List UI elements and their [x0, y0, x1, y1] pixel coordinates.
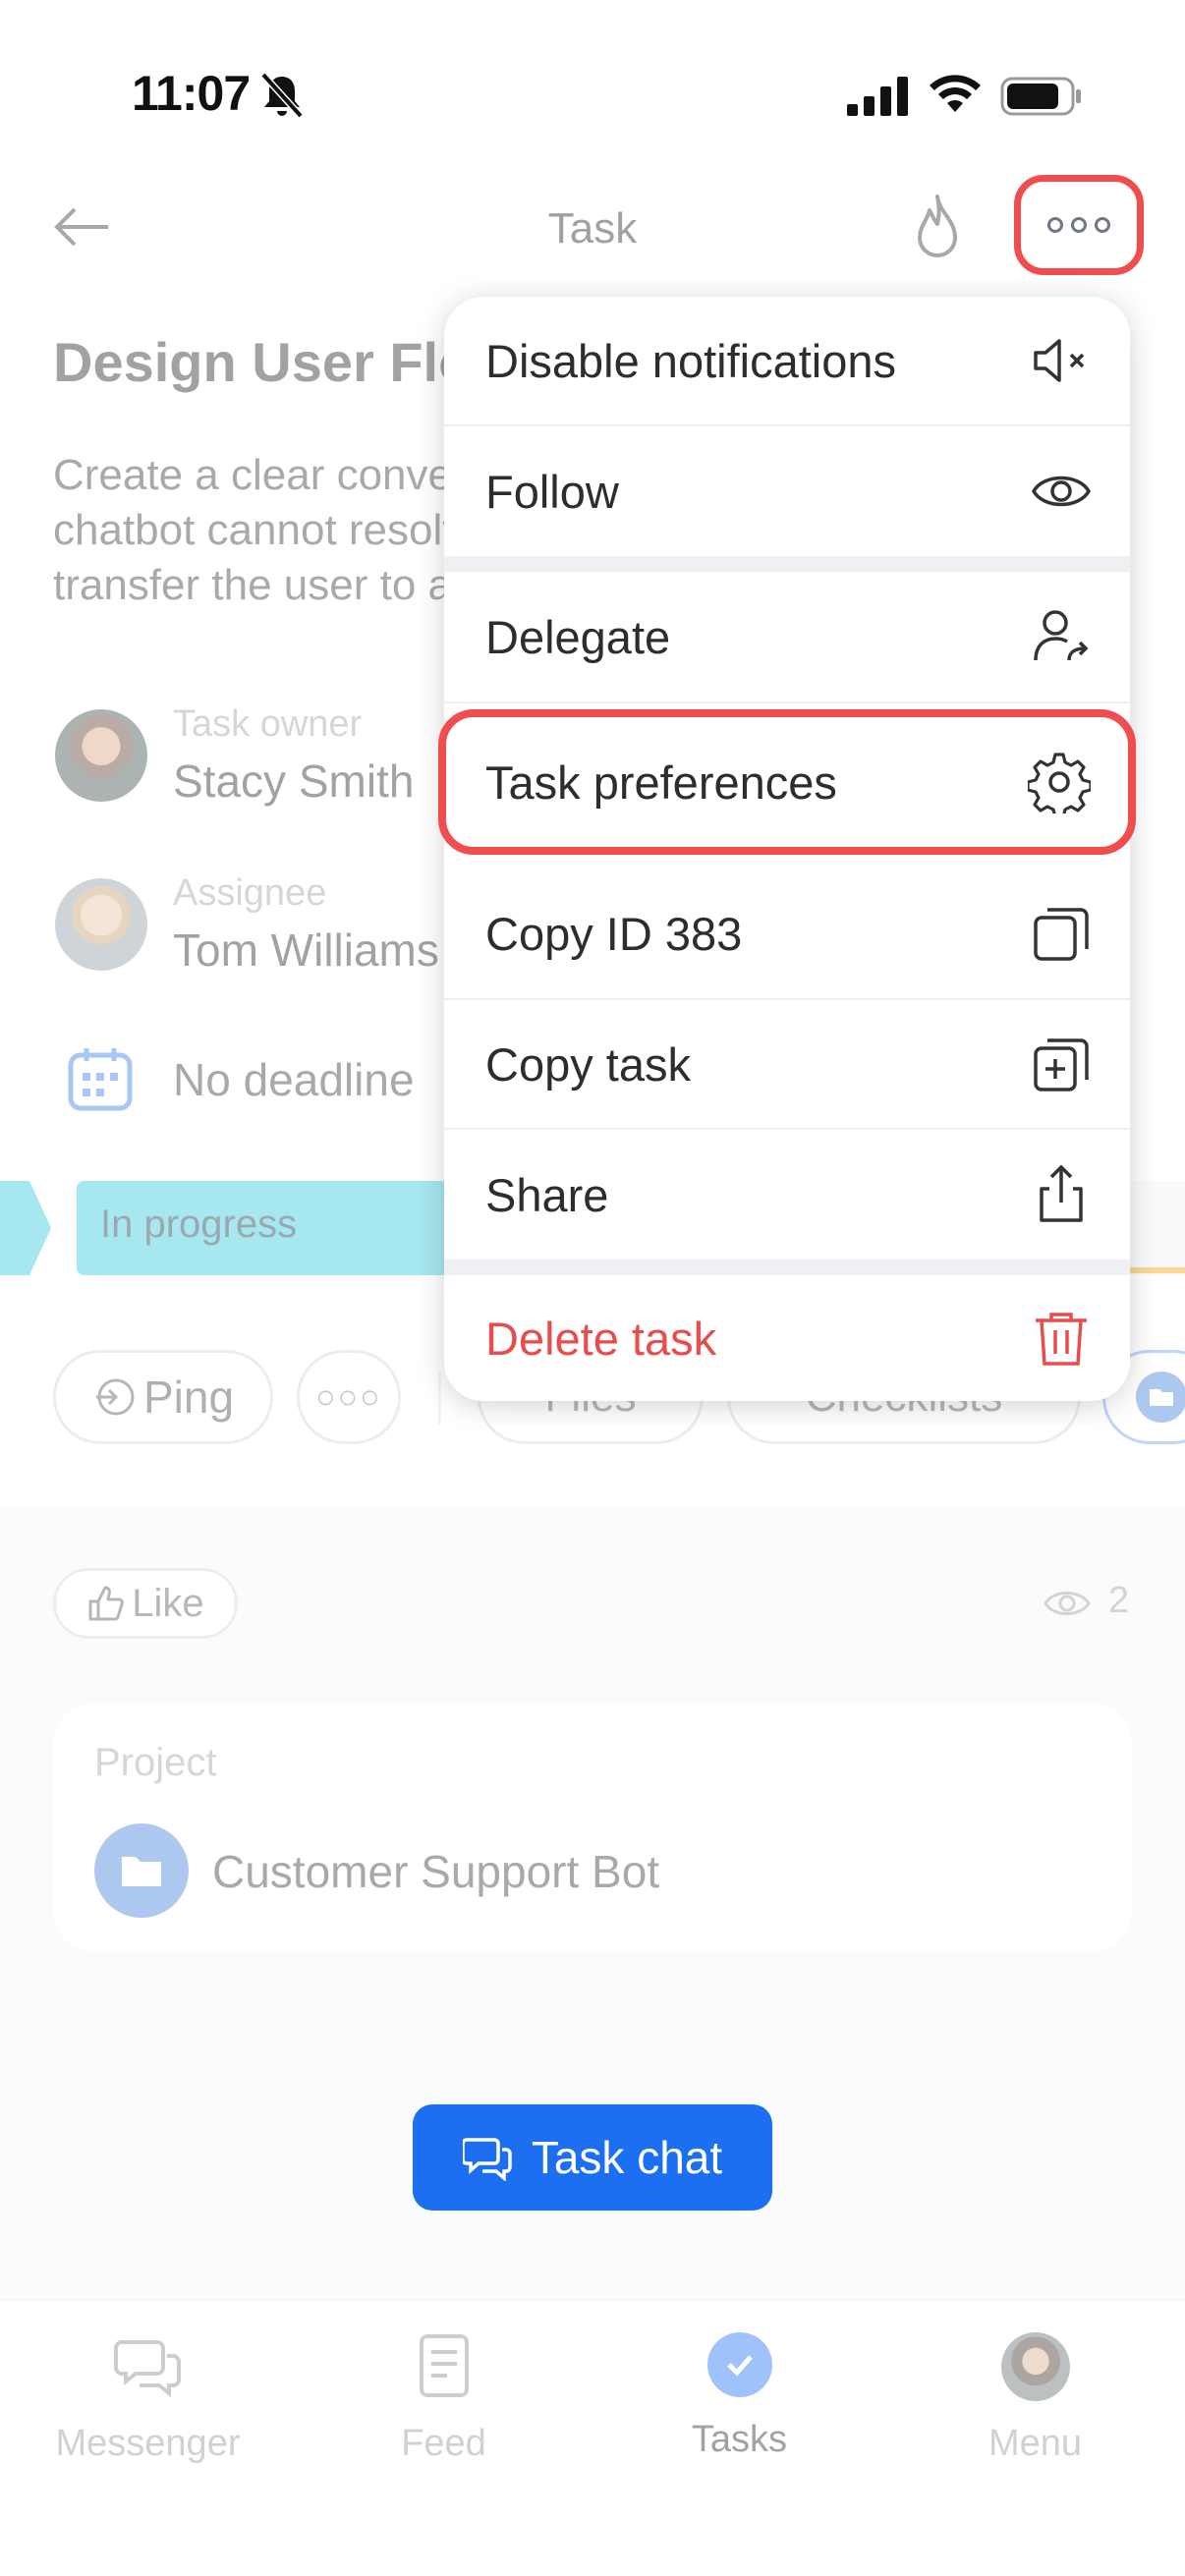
- stage-label: In progress: [100, 1203, 298, 1246]
- copy-add-icon: [1034, 1038, 1089, 1092]
- ping-icon: [95, 1378, 135, 1416]
- messenger-icon: [113, 2340, 181, 2398]
- eye-icon: [1044, 1592, 1091, 1615]
- menu-item-delete-task[interactable]: Delete task: [444, 1275, 1130, 1401]
- menu-separator: [444, 1260, 1130, 1275]
- tab-label: Tasks: [691, 2419, 788, 2460]
- battery-icon: [1000, 77, 1081, 116]
- delegate-user-icon: [1034, 610, 1089, 661]
- avatar: [1000, 2332, 1070, 2401]
- assignee-avatar[interactable]: [55, 878, 147, 971]
- cellular-signal-icon: [847, 77, 908, 116]
- dot-icon: [1071, 217, 1087, 233]
- deadline-text[interactable]: No deadline: [173, 1053, 415, 1106]
- menu-item-disable-notifications[interactable]: Disable notifications: [444, 297, 1130, 426]
- folder-icon: [1136, 1372, 1185, 1423]
- menu-item-label: Copy ID 383: [485, 907, 743, 960]
- page-title: Task: [547, 204, 638, 252]
- stage-arrow-icon: [0, 1181, 51, 1275]
- bell-muted-icon: [260, 72, 304, 119]
- project-label: Project: [94, 1741, 217, 1784]
- copy-icon: [1034, 908, 1089, 961]
- calendar-icon: [68, 1048, 133, 1111]
- tab-feed[interactable]: Feed: [296, 2332, 592, 2465]
- more-options-button[interactable]: [1014, 175, 1144, 275]
- menu-item-label: Task preferences: [485, 756, 837, 809]
- menu-item-copy-task[interactable]: Copy task: [444, 1000, 1130, 1130]
- menu-item-share[interactable]: Share: [444, 1130, 1130, 1260]
- task-chat-label: Task chat: [531, 2132, 723, 2183]
- chat-icon: [462, 2138, 512, 2181]
- tab-tasks[interactable]: Tasks: [592, 2332, 887, 2461]
- menu-item-copy-id[interactable]: Copy ID 383: [444, 868, 1130, 1000]
- tab-label: Messenger: [55, 2423, 241, 2464]
- menu-item-delegate[interactable]: Delegate: [444, 572, 1130, 703]
- menu-item-task-preferences[interactable]: Task preferences: [438, 709, 1136, 855]
- more-actions-button[interactable]: ○○○: [297, 1350, 401, 1444]
- gear-icon: [1028, 753, 1091, 813]
- tab-label: Menu: [988, 2423, 1083, 2464]
- tasks-check-icon: [706, 2332, 772, 2397]
- menu-item-label: Share: [485, 1168, 609, 1221]
- menu-item-follow[interactable]: Follow: [444, 426, 1130, 556]
- like-label: Like: [132, 1581, 204, 1625]
- project-name[interactable]: Customer Support Bot: [212, 1845, 659, 1898]
- menu-item-label: Delegate: [485, 610, 671, 663]
- stage-indicator: [1130, 1267, 1185, 1273]
- owner-avatar[interactable]: [55, 709, 147, 802]
- menu-separator: [444, 556, 1130, 572]
- views-count: 2: [1108, 1580, 1130, 1621]
- fire-icon[interactable]: [906, 193, 969, 263]
- wifi-icon: [930, 75, 981, 112]
- status-time: 11:07: [132, 66, 251, 121]
- tab-messenger[interactable]: Messenger: [0, 2332, 296, 2465]
- dot-icon: [1095, 217, 1110, 233]
- tab-label: Feed: [401, 2423, 486, 2464]
- folder-icon: [94, 1823, 189, 1918]
- menu-item-label: Disable notifications: [485, 334, 896, 387]
- trash-icon: [1036, 1313, 1087, 1366]
- ping-label: Ping: [142, 1372, 235, 1423]
- owner-name[interactable]: Stacy Smith: [173, 755, 414, 808]
- dots-icon: ○○○: [315, 1377, 382, 1416]
- menu-item-label: Copy task: [485, 1037, 691, 1091]
- assignee-label: Assignee: [173, 872, 327, 914]
- feed-icon: [419, 2334, 469, 2397]
- owner-label: Task owner: [173, 703, 363, 745]
- eye-icon: [1031, 476, 1092, 507]
- share-icon: [1040, 1164, 1083, 1222]
- ping-button[interactable]: Ping: [53, 1350, 273, 1444]
- task-chat-button[interactable]: Task chat: [413, 2104, 772, 2211]
- thumbs-up-icon: [88, 1586, 125, 1621]
- menu-item-label: Delete task: [485, 1312, 717, 1365]
- assignee-name[interactable]: Tom Williams: [173, 924, 439, 977]
- menu-item-label: Follow: [485, 465, 619, 518]
- like-button[interactable]: Like: [53, 1568, 238, 1639]
- dot-icon: [1047, 217, 1063, 233]
- tab-menu[interactable]: Menu: [887, 2332, 1183, 2465]
- speaker-mute-icon: [1034, 339, 1085, 382]
- divider: [438, 1372, 441, 1425]
